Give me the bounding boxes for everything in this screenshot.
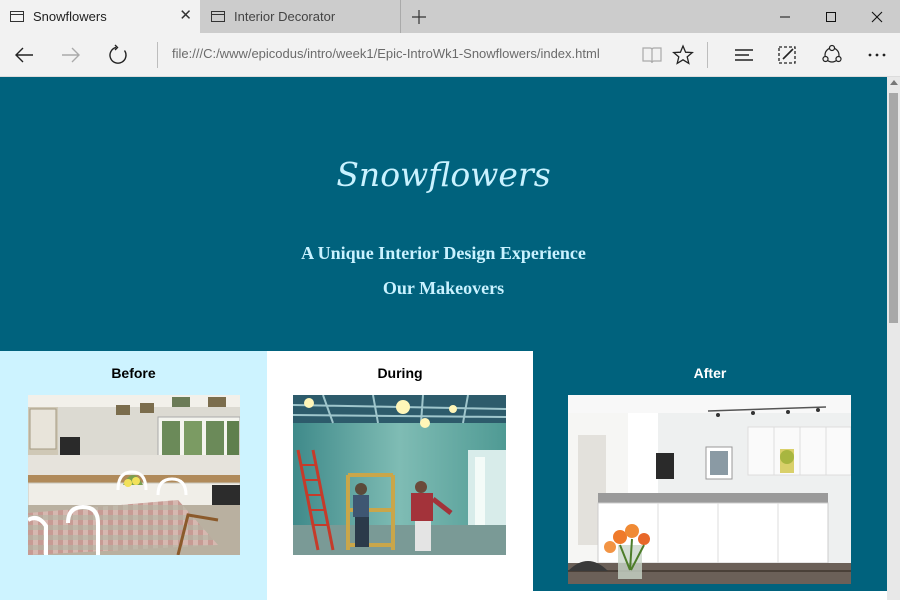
back-arrow-icon [15, 47, 33, 63]
forward-arrow-icon [62, 47, 80, 63]
page-viewport: Snowflowers A Unique Interior Design Exp… [0, 77, 887, 600]
scrollbar-thumb[interactable] [889, 93, 898, 323]
share-button[interactable] [816, 39, 848, 71]
during-construction-photo [293, 395, 506, 555]
new-tab-button[interactable] [402, 0, 436, 33]
tab-label: Interior Decorator [234, 9, 336, 24]
share-icon [822, 44, 842, 63]
refresh-icon [109, 44, 127, 64]
web-note-button[interactable] [771, 39, 803, 71]
tab-strip: Snowflowers ✕ Interior Decorator [0, 0, 900, 33]
hub-icon [735, 49, 753, 61]
maximize-button[interactable] [808, 0, 854, 33]
after-heading: After [693, 365, 727, 381]
refresh-button[interactable] [103, 39, 135, 71]
address-bar[interactable]: file:///C:/www/epicodus/intro/week1/Epic… [172, 46, 600, 61]
forward-button[interactable] [55, 39, 87, 71]
more-icon [868, 53, 886, 57]
toolbar-separator [707, 42, 708, 68]
reading-view-icon [642, 47, 662, 64]
tab-page-icon [211, 11, 225, 22]
site-tagline: A Unique Interior Design Experience [301, 243, 586, 263]
before-kitchen-photo [28, 395, 240, 555]
during-heading: During [377, 365, 423, 381]
after-kitchen-photo [568, 395, 851, 584]
close-window-button[interactable] [854, 0, 900, 33]
before-panel: Before [0, 351, 267, 600]
toolbar-separator [157, 42, 158, 68]
plus-icon [412, 10, 426, 24]
scroll-up-arrow-icon[interactable] [890, 80, 898, 85]
minimize-button[interactable] [762, 0, 808, 33]
minimize-icon [780, 16, 790, 18]
maximize-icon [826, 12, 836, 22]
tab-label: Snowflowers [33, 9, 107, 24]
close-window-icon [871, 11, 883, 23]
star-icon [672, 44, 694, 65]
reading-view-button[interactable] [636, 39, 668, 71]
hub-button[interactable] [728, 39, 760, 71]
back-button[interactable] [8, 39, 40, 71]
during-panel: During [267, 351, 533, 600]
tab-page-icon [10, 11, 24, 22]
more-button[interactable] [861, 39, 893, 71]
hero-section: Snowflowers A Unique Interior Design Exp… [0, 77, 887, 351]
favorite-button[interactable] [667, 39, 699, 71]
web-note-icon [778, 46, 796, 64]
vertical-scrollbar[interactable] [887, 77, 900, 600]
before-heading: Before [111, 365, 156, 381]
browser-toolbar: file:///C:/www/epicodus/intro/week1/Epic… [0, 33, 900, 77]
after-panel: After [533, 351, 887, 591]
site-title: Snowflowers [336, 155, 551, 194]
tab-interior-decorator[interactable]: Interior Decorator [201, 0, 401, 33]
close-icon[interactable]: ✕ [179, 7, 192, 25]
makeovers-heading: Our Makeovers [382, 278, 505, 298]
tab-snowflowers[interactable]: Snowflowers ✕ [0, 0, 200, 33]
